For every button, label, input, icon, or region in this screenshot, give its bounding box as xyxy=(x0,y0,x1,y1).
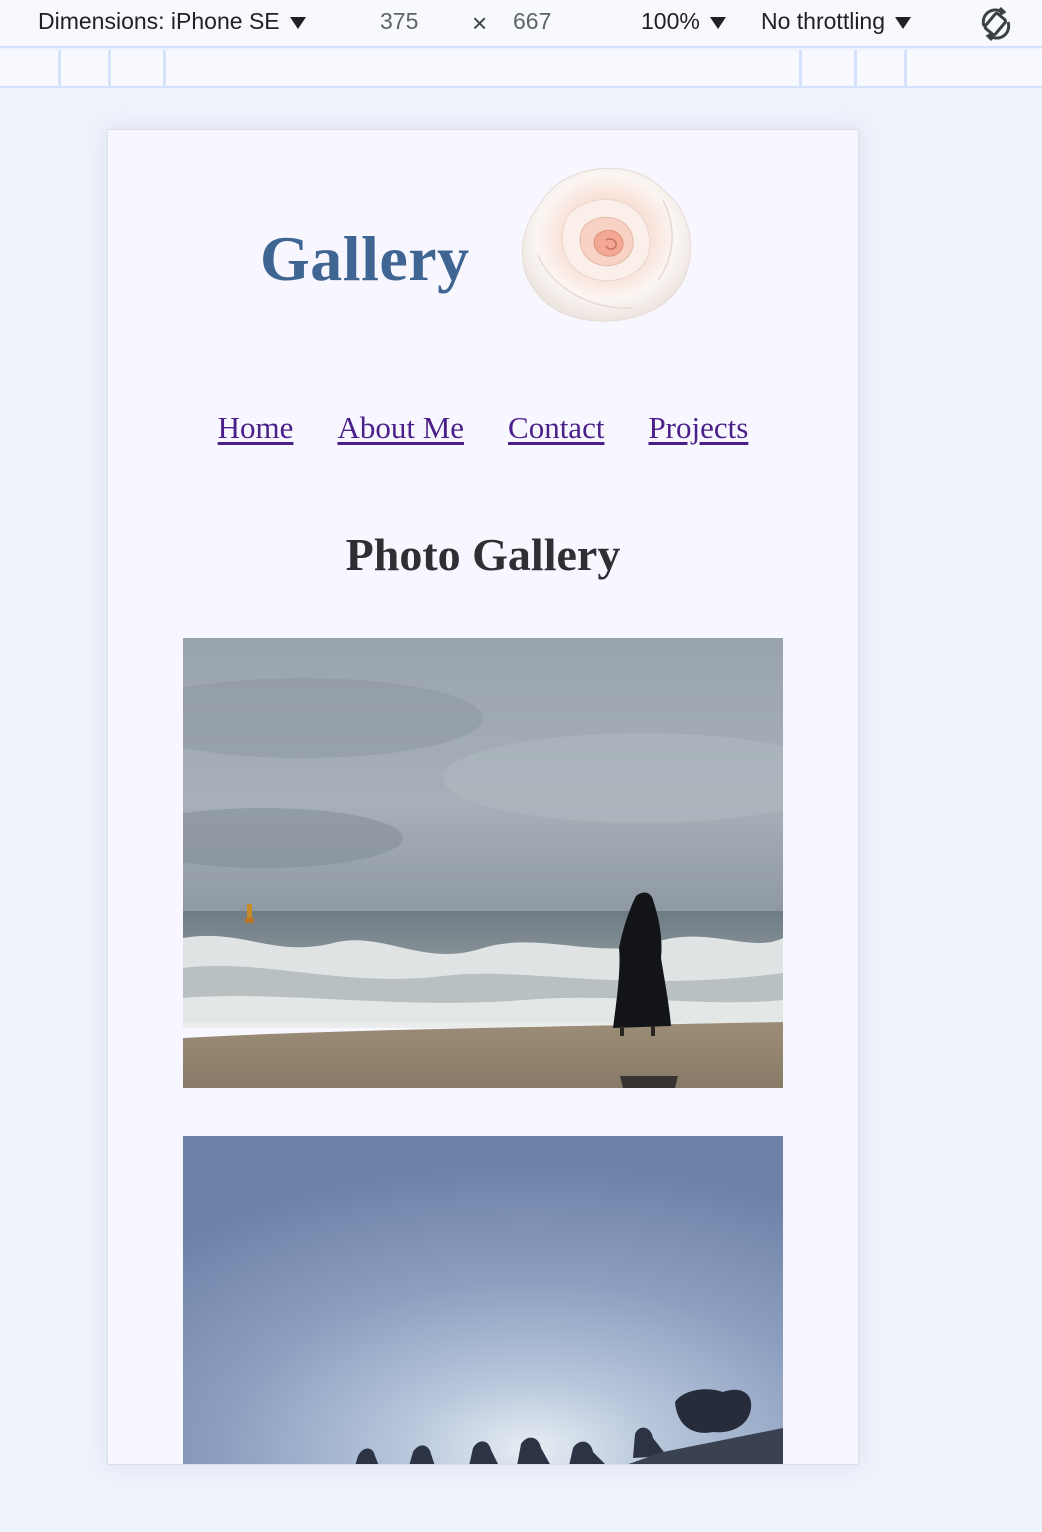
page-heading: Photo Gallery xyxy=(345,529,621,580)
main-nav: Home About Me Contact Projects xyxy=(108,410,858,446)
device-dimensions-label: Dimensions: iPhone SE xyxy=(38,8,280,34)
throttling-select[interactable]: No throttling xyxy=(761,8,912,35)
rotate-icon[interactable] xyxy=(976,4,1016,44)
gallery-photo-beach xyxy=(183,638,783,1088)
height-value: 667 xyxy=(513,8,552,34)
nav-link-projects[interactable]: Projects xyxy=(648,410,748,445)
site-header: Gallery xyxy=(108,150,858,350)
chevron-down-icon xyxy=(289,16,306,29)
throttling-label: No throttling xyxy=(761,8,886,34)
chevron-down-icon xyxy=(709,16,726,29)
chevron-down-icon xyxy=(895,16,912,29)
height-input[interactable]: 667 xyxy=(513,8,551,35)
site-title: Gallery xyxy=(260,223,470,294)
media-query-ruler xyxy=(0,50,1042,88)
nav-link-contact[interactable]: Contact xyxy=(508,410,604,445)
zoom-select[interactable]: 100% xyxy=(641,8,726,35)
rose-logo xyxy=(513,160,699,330)
gallery-photo-sky xyxy=(183,1136,783,1464)
zoom-label: 100% xyxy=(641,8,700,34)
device-toolbar: Dimensions: iPhone SE 375 × 667 100% No … xyxy=(0,0,1042,48)
nav-link-about-me[interactable]: About Me xyxy=(337,410,464,445)
nav-link-home[interactable]: Home xyxy=(218,410,294,445)
width-input[interactable]: 375 xyxy=(380,8,418,35)
device-dimensions-select[interactable]: Dimensions: iPhone SE xyxy=(38,8,306,35)
times-icon: × xyxy=(472,8,488,38)
width-value: 375 xyxy=(380,8,419,34)
device-viewport: Gallery Home About Me Contact Projects P… xyxy=(107,129,859,1465)
